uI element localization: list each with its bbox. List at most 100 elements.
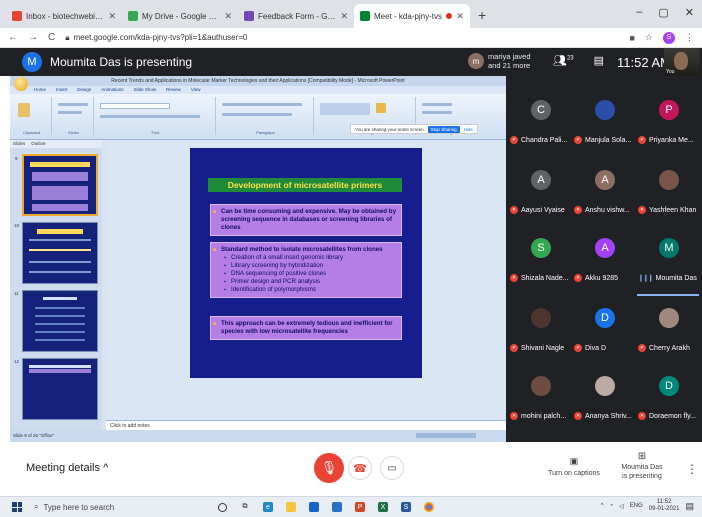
url-text: meet.google.com/kda-pjny-tvs?pli=1&authu…	[73, 33, 248, 42]
leave-call-button[interactable]: ☎︎	[348, 456, 372, 480]
speaking-icon: ❙❙❙	[638, 275, 654, 282]
close-window-icon[interactable]: ✕	[685, 6, 694, 19]
mic-muted-icon: ✕	[510, 136, 518, 144]
camera-toggle-button[interactable]: ▭	[380, 456, 404, 480]
tab-outline[interactable]: Outline	[31, 140, 45, 148]
reload-icon[interactable]: C	[48, 32, 55, 43]
maximize-icon[interactable]: ▢	[658, 6, 668, 19]
self-view-thumbnail[interactable]: You	[664, 48, 700, 76]
stop-sharing-button[interactable]: Stop Sharing	[427, 125, 460, 133]
mail-icon[interactable]	[332, 502, 342, 512]
bookmark-star-icon[interactable]: ☆	[645, 32, 653, 43]
slide-thumbnail[interactable]: 9	[15, 154, 98, 216]
edge-icon[interactable]: e	[263, 502, 273, 512]
tray-date: 09-01-2021	[648, 506, 680, 512]
participant-tile[interactable]: M ❙❙❙ Moumita Das	[638, 226, 700, 292]
captions-button[interactable]: ▣ Turn on captions	[544, 456, 604, 477]
notification-icon[interactable]: ▤	[685, 501, 694, 512]
windows-start-icon[interactable]	[12, 502, 22, 512]
app-icon[interactable]: S	[401, 502, 411, 512]
ribbon-tab: Design	[77, 87, 92, 92]
tray-language[interactable]: ENG	[630, 503, 643, 509]
cortana-icon[interactable]	[218, 502, 227, 512]
mic-toggle-button[interactable]: 🎙︎	[314, 453, 344, 483]
network-icon[interactable]: ◔	[610, 503, 614, 509]
active-speaker-indicator	[637, 294, 699, 296]
volume-icon[interactable]: ◁	[619, 503, 624, 510]
participant-avatar: P	[659, 100, 679, 120]
menu-kebab-icon[interactable]: ⋮	[685, 32, 694, 43]
participant-tile[interactable]: S ✕ Shizala Nade...	[510, 226, 572, 292]
participant-tile[interactable]: A ✕ Aayusi Vyaise	[510, 158, 572, 224]
tab-gmail[interactable]: Inbox - biotechwebinars2020@gm... ✕	[6, 4, 122, 28]
search-placeholder: Type here to search	[43, 502, 115, 512]
tab-slides[interactable]: Slides	[13, 140, 25, 148]
file-explorer-icon[interactable]	[286, 502, 296, 512]
slide-thumbnail[interactable]: 12	[14, 358, 98, 420]
participant-tile[interactable]: A ✕ Akku 9285	[574, 226, 636, 292]
taskbar-search[interactable]: ⌕ Type here to search	[34, 502, 194, 512]
bullet-text: Can be time consuming and expensive. May…	[213, 208, 397, 232]
participant-tile[interactable]: ✕ Manjula Sola...	[574, 88, 636, 154]
participant-name: mohini palch...	[521, 412, 567, 420]
slide-thumbnail[interactable]: 10	[14, 222, 98, 284]
ppt-status-bar: Slide 9 of 25 "Office"	[10, 430, 506, 442]
notes-pane[interactable]: Click to add notes	[106, 420, 506, 430]
close-icon[interactable]: ✕	[108, 11, 116, 22]
participant-name: Anshu vishw...	[585, 206, 630, 214]
store-icon[interactable]	[309, 502, 319, 512]
hide-button[interactable]: Hide	[464, 127, 473, 132]
self-face	[674, 52, 688, 70]
tab-forms[interactable]: Feedback Form - Google Forms ✕	[238, 4, 354, 28]
participant-avatar: A	[595, 238, 615, 258]
forward-icon[interactable]: →	[28, 32, 38, 43]
window-controls: – ▢ ✕	[636, 6, 694, 19]
shared-screen: Recent Trends and Applications in Molecu…	[10, 76, 506, 442]
participant-tile[interactable]: D ✕ Doraemon fly...	[638, 364, 700, 430]
participant-name-row: ✕ Anshu vishw...	[574, 206, 638, 214]
close-icon[interactable]: ✕	[340, 11, 348, 22]
chrome-icon[interactable]	[424, 502, 434, 512]
tray-clock[interactable]: 11:52 09-01-2021	[649, 499, 680, 513]
meeting-details-button[interactable]: Meeting details ^	[26, 462, 108, 474]
participant-tile[interactable]: C ✕ Chandra Pali...	[510, 88, 572, 154]
participant-tile[interactable]: P ✕ Priyanka Me...	[638, 88, 700, 154]
slides-panel-tabs: Slides Outline	[10, 140, 102, 148]
participant-name: Diva D	[585, 344, 607, 352]
close-icon[interactable]: ✕	[456, 11, 464, 22]
people-chip[interactable]: m mariya javed and 21 more	[468, 52, 531, 70]
participant-tile[interactable]: ✕ Cherry Arakh	[638, 296, 700, 362]
tray-chevron-icon[interactable]: ^	[601, 503, 604, 509]
profile-avatar[interactable]: S	[663, 31, 675, 44]
tab-meet[interactable]: Meet - kda-pjny-tvs ✕	[354, 4, 470, 28]
powerpoint-icon[interactable]: P	[355, 502, 365, 512]
minimize-icon[interactable]: –	[636, 6, 642, 19]
presenting-button[interactable]: ⊞ Moumita Das is presenting	[614, 452, 670, 481]
camera-indicator-icon[interactable]: ■	[629, 33, 634, 43]
url-field[interactable]: 🔒︎ meet.google.com/kda-pjny-tvs?pli=1&au…	[65, 30, 619, 46]
task-view-icon[interactable]: ⧉	[240, 502, 250, 512]
close-icon[interactable]: ✕	[224, 11, 232, 22]
tab-drive[interactable]: My Drive - Google Drive ✕	[122, 4, 238, 28]
mic-muted-icon: ✕	[638, 206, 646, 214]
participant-tile[interactable]: D ✕ Diva D	[574, 296, 636, 362]
participant-name-row: ✕ Priyanka Me...	[638, 136, 702, 144]
back-icon[interactable]: ←	[8, 32, 18, 43]
excel-icon[interactable]: X	[378, 502, 388, 512]
people-button[interactable]: 👥︎23	[553, 54, 574, 67]
gmail-icon	[12, 11, 22, 21]
slide-thumbnail[interactable]: 11	[14, 290, 98, 352]
zoom-slider[interactable]	[416, 433, 476, 438]
more-options-icon[interactable]: ⋮	[686, 462, 698, 476]
participant-tile[interactable]: ✕ mohini palch...	[510, 364, 572, 430]
status-text: Slide 9 of 25 "Office"	[13, 433, 55, 438]
tab-label: Feedback Form - Google Forms	[258, 11, 337, 21]
new-tab-button[interactable]: +	[470, 7, 494, 28]
participant-tile[interactable]: A ✕ Anshu vishw...	[574, 158, 636, 224]
ribbon-tab: View	[190, 87, 201, 92]
participant-tile[interactable]: ✕ Shivani Nagle	[510, 296, 572, 362]
participant-name: Manjula Sola...	[585, 136, 632, 144]
chat-icon[interactable]: ▤	[594, 54, 604, 67]
participant-tile[interactable]: ✕ Ananya Shriv...	[574, 364, 636, 430]
participant-tile[interactable]: ✕ Yashfeen Khan	[638, 158, 700, 224]
